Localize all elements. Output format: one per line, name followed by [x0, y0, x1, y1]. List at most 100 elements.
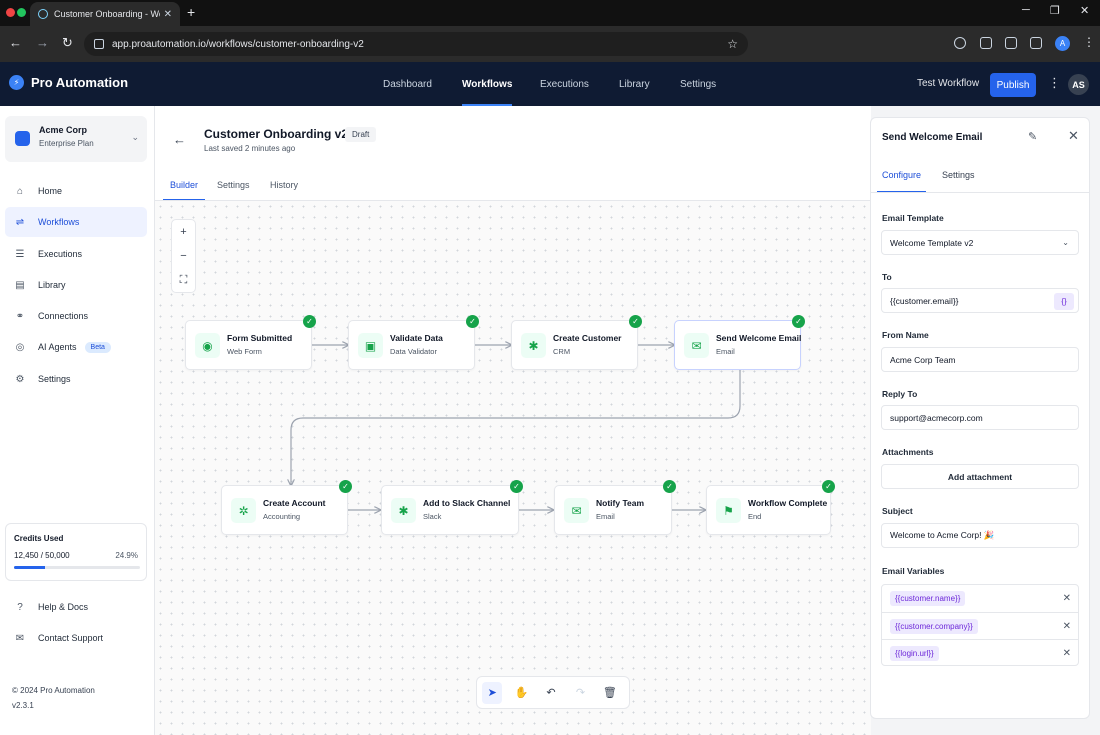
- insert-variable-button[interactable]: {}: [1054, 293, 1074, 310]
- workflow-node-notify-team[interactable]: ✉ Notify Team Email ✓: [554, 480, 676, 535]
- nav-dashboard[interactable]: Dashboard: [383, 62, 432, 106]
- contact-support-link[interactable]: ✉ Contact Support: [5, 623, 147, 653]
- tab-builder[interactable]: Builder: [162, 180, 206, 201]
- sidebar-item-label: Library: [38, 280, 66, 290]
- site-info-icon[interactable]: [94, 39, 104, 49]
- add-attachment-button[interactable]: Add attachment: [881, 464, 1079, 489]
- tab-configure[interactable]: Configure: [876, 170, 927, 193]
- trash-icon[interactable]: 🗑: [600, 682, 620, 704]
- window-close-dot[interactable]: [6, 8, 15, 17]
- back-arrow-icon[interactable]: ←: [173, 132, 186, 147]
- sidebar-item-executions[interactable]: ☰ Executions: [5, 239, 147, 269]
- to-field[interactable]: {{customer.email}} {}: [881, 288, 1079, 313]
- connector-4-5: [291, 370, 741, 485]
- tab-history[interactable]: History: [270, 180, 298, 200]
- url-bar[interactable]: app.proautomation.io/workflows/customer-…: [84, 32, 748, 56]
- more-options-icon[interactable]: ⋮: [1048, 75, 1061, 91]
- restore-icon[interactable]: ❐: [1050, 4, 1060, 17]
- email-template-value: Welcome Template v2: [890, 237, 974, 248]
- variable-chip[interactable]: {{customer.name}}: [890, 591, 966, 606]
- accounting-icon: ✲: [231, 498, 256, 523]
- close-icon[interactable]: ✕: [1068, 128, 1079, 144]
- remove-variable-icon[interactable]: ✕: [1063, 648, 1071, 659]
- brand-name: Pro Automation: [31, 75, 129, 90]
- brand[interactable]: ⚡ Pro Automation: [9, 75, 128, 90]
- sidebar-item-workflows[interactable]: ⇌ Workflows: [5, 207, 147, 237]
- sidebar-item-library[interactable]: ▤ Library: [5, 270, 147, 300]
- workflow-node-create-account[interactable]: ✲ Create Account Accounting ✓: [221, 480, 352, 535]
- workflow-builder: ← Customer Onboarding v2 Draft Last save…: [155, 106, 871, 735]
- node-subtitle: Accounting: [263, 512, 301, 521]
- email-template-select[interactable]: Welcome Template v2 ⌄: [881, 230, 1079, 255]
- browser-profile-avatar[interactable]: A: [1055, 36, 1070, 51]
- remove-variable-icon[interactable]: ✕: [1063, 621, 1071, 632]
- extension-puzzle-icon[interactable]: [980, 37, 992, 49]
- remove-variable-icon[interactable]: ✕: [1063, 593, 1071, 604]
- node-title: Create Account: [263, 498, 326, 508]
- nav-library[interactable]: Library: [619, 62, 650, 106]
- check-icon: ✓: [663, 480, 676, 493]
- nav-workflows[interactable]: Workflows: [462, 62, 513, 106]
- tab-panel-settings[interactable]: Settings: [942, 170, 975, 187]
- workflow-node-workflow-complete[interactable]: ⚑ Workflow Complete End ✓: [706, 480, 835, 535]
- to-label: To: [882, 272, 892, 282]
- redo-icon[interactable]: ↷: [570, 682, 590, 704]
- bookmark-star-icon[interactable]: ☆: [727, 37, 738, 51]
- browser-menu-icon[interactable]: ⋮: [1083, 35, 1095, 49]
- extension-shield-icon[interactable]: [954, 37, 966, 49]
- reply-to-value: support@acmecorp.com: [890, 412, 983, 423]
- side-panel-icon[interactable]: [1030, 37, 1042, 49]
- publish-button[interactable]: Publish: [990, 73, 1036, 97]
- from-name-field[interactable]: Acme Corp Team: [881, 347, 1079, 372]
- crm-icon: ✱: [521, 333, 546, 358]
- extensions-icon[interactable]: [1005, 37, 1017, 49]
- credits-value: 12,450 / 50,000: [14, 551, 70, 560]
- sidebar-item-settings[interactable]: ⚙ Settings: [5, 364, 147, 394]
- workflow-node-form-submitted[interactable]: ◉ Form Submitted Web Form ✓: [185, 315, 316, 370]
- subject-field[interactable]: Welcome to Acme Corp! 🎉: [881, 523, 1079, 548]
- variable-chip[interactable]: {{login.url}}: [890, 645, 939, 661]
- org-logo-icon: [15, 131, 30, 146]
- close-window-icon[interactable]: ✕: [1080, 4, 1089, 17]
- org-switcher[interactable]: Acme Corp Enterprise Plan ⌄: [5, 116, 147, 162]
- test-workflow-button[interactable]: Test Workflow: [917, 78, 979, 89]
- workflow-node-create-customer[interactable]: ✱ Create Customer CRM ✓: [511, 315, 642, 370]
- help-label: Help & Docs: [38, 602, 89, 612]
- sidebar-item-ai-agents[interactable]: ◎ AI Agents Beta: [5, 332, 147, 362]
- chevron-down-icon: ⌄: [1062, 238, 1069, 247]
- workflow-canvas[interactable]: + − ⛶ ◉ Form Submitted Web Form ✓ ▣ Vali…: [155, 201, 871, 735]
- app-version: v2.3.1: [12, 701, 34, 710]
- node-title: Send Welcome Email: [716, 333, 802, 343]
- copyright: © 2024 Pro Automation: [12, 686, 95, 695]
- user-avatar[interactable]: AS: [1068, 74, 1089, 95]
- link-icon: ⚭: [15, 310, 25, 322]
- nav-settings[interactable]: Settings: [680, 62, 716, 106]
- workflow-node-send-welcome-email[interactable]: ✉ Send Welcome Email Email ✓: [674, 315, 805, 370]
- node-title: Workflow Complete: [748, 498, 828, 508]
- chat-icon: ✉: [15, 632, 25, 644]
- variable-chip[interactable]: {{customer.company}}: [890, 618, 978, 634]
- window-maximize-dot[interactable]: [17, 8, 26, 17]
- reload-icon[interactable]: ↻: [62, 35, 73, 51]
- minimize-icon[interactable]: ─: [1022, 4, 1030, 16]
- reply-to-field[interactable]: support@acmecorp.com: [881, 405, 1079, 430]
- tab-settings[interactable]: Settings: [217, 180, 250, 200]
- forward-arrow-icon[interactable]: →: [36, 35, 49, 50]
- pan-hand-icon[interactable]: ✋: [511, 682, 531, 704]
- sidebar-item-connections[interactable]: ⚭ Connections: [5, 301, 147, 331]
- undo-icon[interactable]: ↶: [541, 682, 561, 704]
- select-pointer-icon[interactable]: ➤: [482, 681, 503, 704]
- sidebar-item-label: AI Agents: [38, 342, 77, 352]
- help-docs-link[interactable]: ? Help & Docs: [5, 592, 147, 622]
- back-arrow-icon[interactable]: ←: [9, 35, 22, 50]
- node-subtitle: Email: [596, 512, 615, 521]
- new-tab-icon[interactable]: +: [187, 4, 195, 20]
- pencil-icon[interactable]: ✎: [1028, 130, 1037, 143]
- browser-tab[interactable]: Customer Onboarding - Workfl ✕: [30, 2, 180, 26]
- nav-executions[interactable]: Executions: [540, 62, 589, 106]
- gear-icon: ⚙: [15, 373, 25, 385]
- workflow-node-add-to-slack-channel[interactable]: ✱ Add to Slack Channel Slack ✓: [381, 480, 523, 535]
- sidebar-item-home[interactable]: ⌂ Home: [5, 176, 147, 206]
- tab-close-icon[interactable]: ✕: [164, 9, 172, 20]
- workflow-node-validate-data[interactable]: ▣ Validate Data Data Validator ✓: [348, 315, 479, 370]
